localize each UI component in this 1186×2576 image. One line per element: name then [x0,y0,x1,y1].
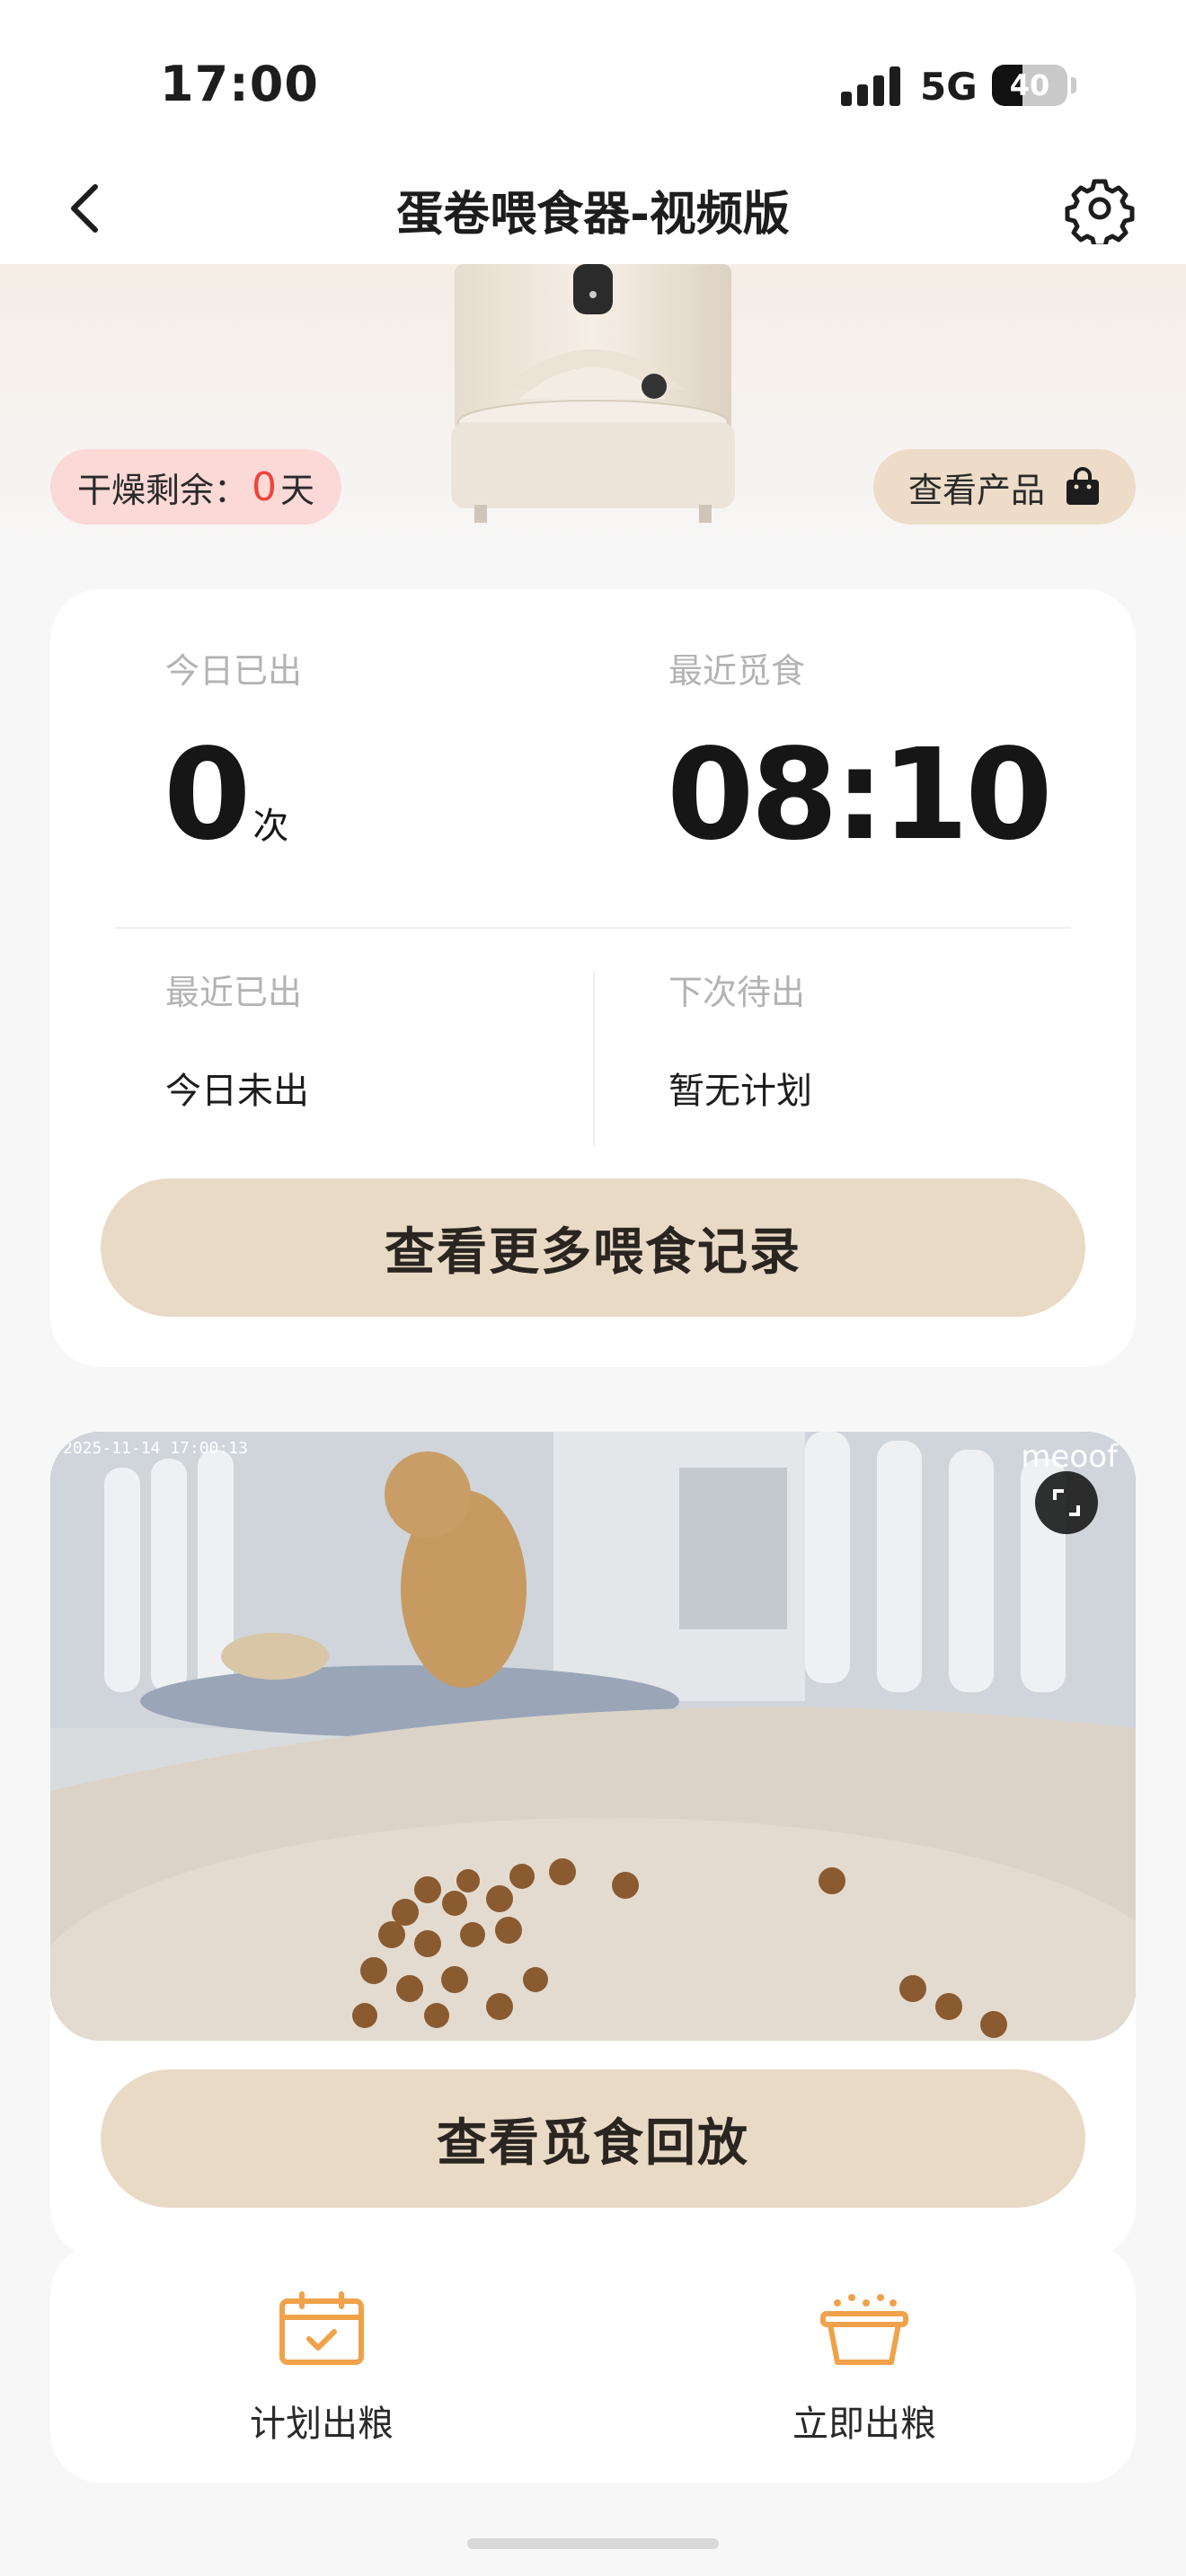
battery-tip [1071,77,1076,93]
feeder-product-image [451,264,735,523]
calendar-check-icon [279,2291,364,2365]
last-forage-value: 08:10 [667,722,1053,869]
next-dispense-label: 下次待出 [668,973,806,1012]
action-bar: 计划出粮 立即出粮 [50,2244,1136,2483]
food-bowl-icon [820,2294,908,2365]
view-feeding-records-button[interactable]: 查看更多喂食记录 [101,1178,1085,1317]
page-title: 蛋卷喂食器-视频版 [396,188,790,242]
camera-card: 2025-11-14 17:00:13 meoof 查看觅食回放 [50,1432,1136,2258]
last-dispensed-label: 最近已出 [165,973,303,1012]
camera-feed[interactable]: 2025-11-14 17:00:13 meoof [50,1432,1136,2041]
dry-value: 0 [252,463,278,510]
camera-frame-image [50,1432,1136,2041]
fullscreen-icon[interactable] [1035,1471,1098,1534]
today-unit: 次 [252,806,289,847]
view-product-button[interactable]: 查看产品 [873,449,1136,525]
view-forage-replay-button[interactable]: 查看觅食回放 [101,2069,1085,2208]
plan-feeding-label: 计划出粮 [250,2404,394,2445]
dry-remaining-badge: 干燥剩余： 0 天 [50,449,342,525]
last-dispensed-value: 今日未出 [165,1071,309,1112]
device-hero: 干燥剩余： 0 天 查看产品 [0,264,1186,560]
network-label: 5G [920,65,978,109]
divider [593,970,595,1146]
plan-feeding-button[interactable]: 计划出粮 [50,2244,593,2483]
feeding-stats-card: 今日已出 0次 最近觅食 08:10 最近已出 今日未出 下次待出 暂无计划 查… [50,589,1136,1367]
status-bar: 17:00 5G 40 [0,0,1186,153]
view-product-label: 查看产品 [907,470,1045,510]
feed-now-button[interactable]: 立即出粮 [593,2244,1136,2483]
dry-label: 干燥剩余： [77,470,249,510]
battery-level: 40 [1009,68,1050,102]
divider [115,927,1071,929]
gear-icon[interactable] [1064,172,1136,244]
next-dispense-value: 暂无计划 [668,1071,812,1112]
status-time: 17:00 [160,56,319,112]
battery-icon: 40 [992,65,1067,106]
today-dispensed-label: 今日已出 [165,651,303,691]
feed-now-label: 立即出粮 [792,2404,936,2445]
shopping-bag-icon [1067,467,1099,505]
last-forage-label: 最近觅食 [668,651,806,691]
nav-bar: 蛋卷喂食器-视频版 [0,153,1186,264]
today-count: 0 [164,722,251,869]
home-indicator[interactable] [467,2538,719,2549]
today-dispensed-value: 0次 [164,733,288,859]
camera-timestamp: 2025-11-14 17:00:13 [63,1439,248,1458]
dry-unit: 天 [280,470,315,510]
camera-brand-watermark: meoof [1021,1439,1118,1475]
signal-icon [841,66,900,106]
